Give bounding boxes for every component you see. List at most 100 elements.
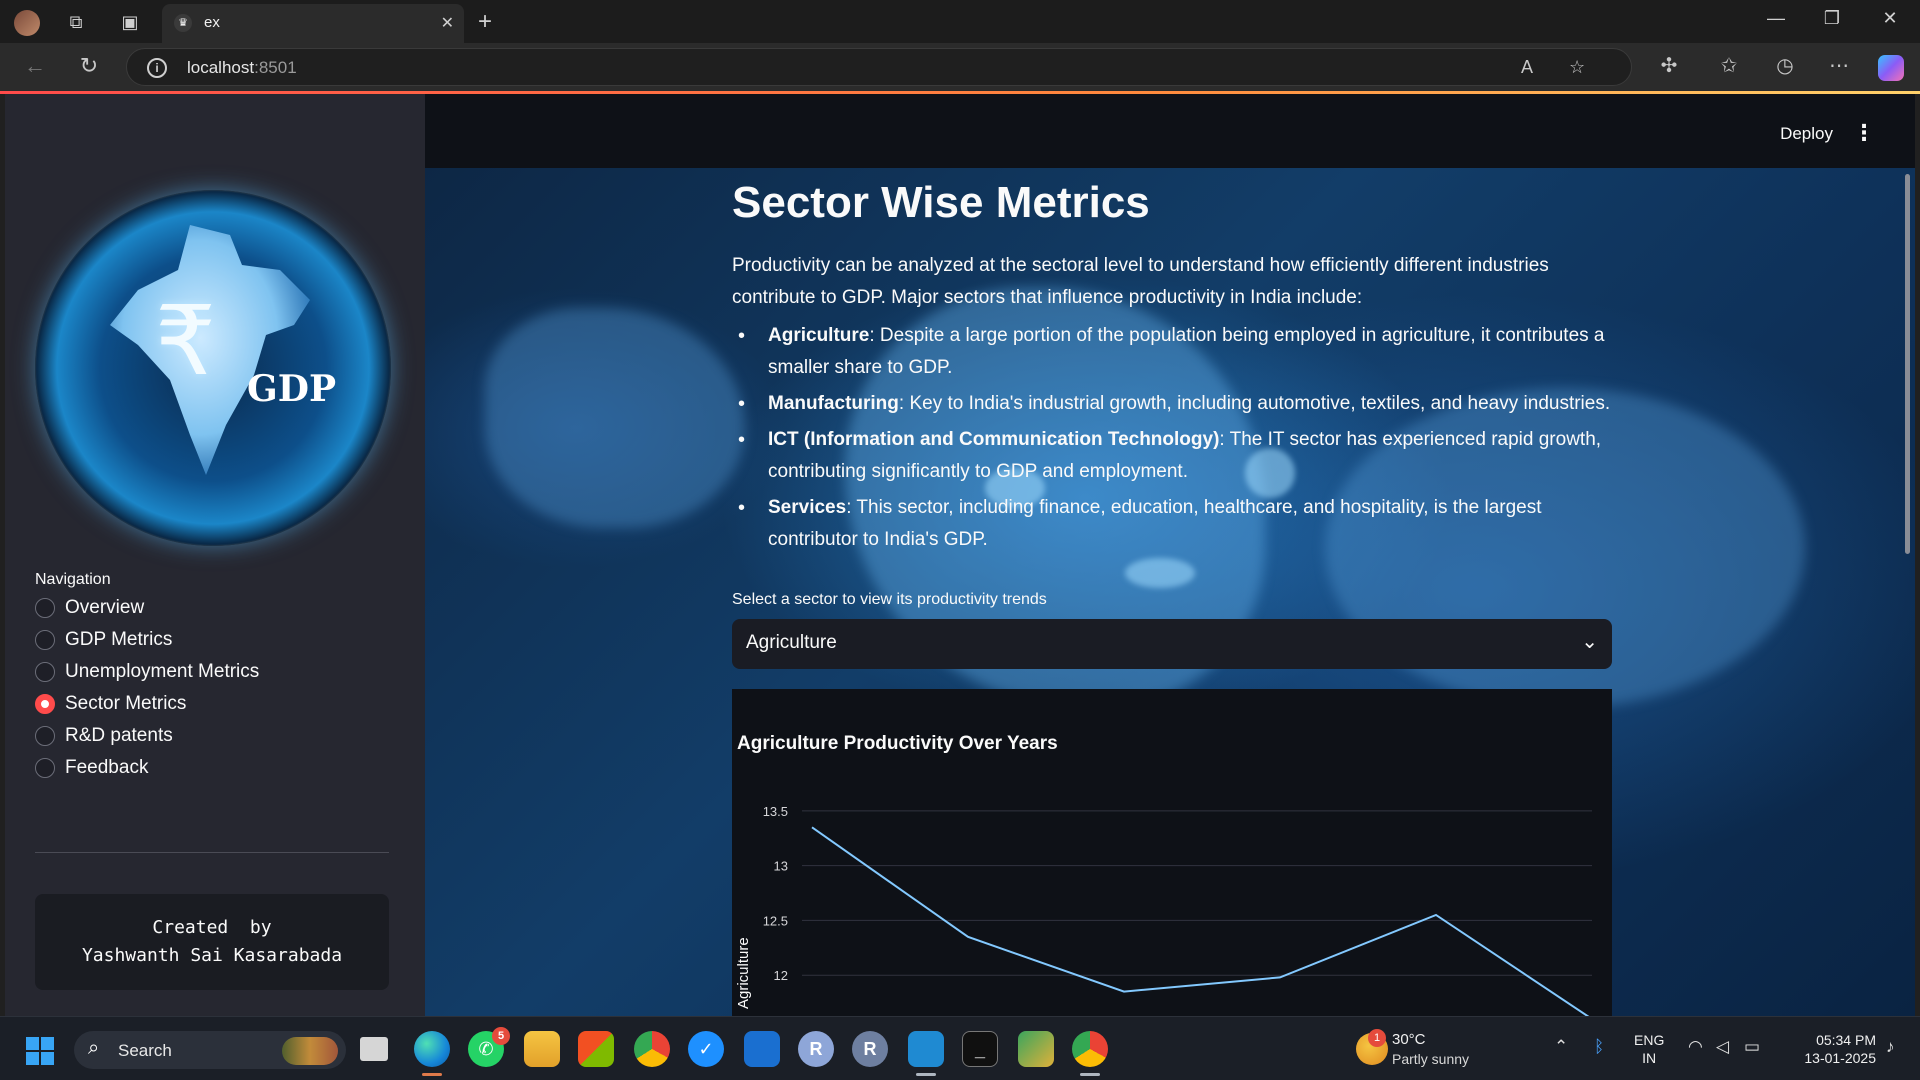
close-window-icon[interactable]: ✕ [1870, 8, 1910, 29]
browser-title-bar: ⧉ ▣ ♛ ex ✕ + — ❐ ✕ [0, 0, 1920, 43]
weather-description[interactable]: Partly sunny [1392, 1051, 1469, 1067]
system-clock[interactable]: 05:34 PM 13-01-2025 [1786, 1031, 1876, 1067]
battery-icon[interactable]: ▭ [1744, 1037, 1760, 1057]
productivity-chart: Agriculture Productivity Over Years 12 12… [732, 689, 1612, 1016]
site-info-icon[interactable]: i [147, 58, 167, 78]
list-item: Agriculture: Despite a large portion of … [732, 320, 1612, 384]
sector-select-label: Select a sector to view its productivity… [732, 591, 1047, 608]
favorites-icon[interactable]: ✩ [1714, 53, 1744, 78]
wifi-icon[interactable]: ◠ [1688, 1037, 1703, 1057]
history-icon[interactable]: ◷ [1770, 53, 1800, 78]
credit-box: Created by Yashwanth Sai Kasarabada [35, 894, 389, 990]
sidebar-divider [35, 852, 389, 853]
radio-label: Overview [65, 597, 145, 618]
minimize-icon[interactable]: — [1756, 8, 1796, 29]
weather-icon[interactable]: 1 [1356, 1029, 1388, 1065]
extensions-icon[interactable]: ✣ [1654, 53, 1684, 78]
background-map-graphic [485, 308, 745, 528]
y-tick-label: 13 [774, 859, 788, 874]
sector-list: Agriculture: Despite a large portion of … [732, 320, 1612, 560]
logo-gdp-text: GDP [247, 368, 337, 410]
y-tick-label: 13.5 [763, 804, 788, 819]
file-explorer-icon[interactable] [524, 1031, 560, 1067]
list-item: ICT (Information and Communication Techn… [732, 424, 1612, 488]
sector-select[interactable]: Agriculture ⌄ [732, 619, 1612, 669]
profile-avatar[interactable] [14, 10, 40, 36]
vertical-tabs-icon[interactable]: ▣ [118, 10, 142, 34]
streamlit-favicon-icon: ♛ [174, 14, 192, 32]
r-app-icon[interactable]: R [798, 1031, 834, 1067]
intro-paragraph: Productivity can be analyzed at the sect… [732, 255, 1549, 308]
radio-button[interactable] [35, 758, 55, 778]
search-label: Search [118, 1041, 172, 1060]
radio-button[interactable] [35, 630, 55, 650]
y-axis-label: Agriculture [735, 937, 752, 1009]
taskbar-search[interactable]: ⌕ Search [74, 1031, 346, 1069]
app-indicator [1080, 1073, 1100, 1076]
main-content: Sector Wise Metrics Productivity can be … [425, 168, 1915, 1016]
radio-button[interactable] [35, 598, 55, 618]
background-glow [1125, 558, 1195, 588]
read-aloud-icon[interactable]: A [1521, 57, 1533, 78]
bluetooth-icon[interactable]: ᛒ [1594, 1037, 1604, 1057]
chrome-profile-icon[interactable] [1072, 1031, 1108, 1067]
volume-icon[interactable]: ◁ [1716, 1037, 1729, 1057]
app-indicator [916, 1073, 936, 1076]
radio-label: Sector Metrics [65, 693, 187, 714]
terminal-icon[interactable]: _ [962, 1031, 998, 1067]
radio-label: GDP Metrics [65, 629, 173, 650]
windows-start-icon[interactable] [26, 1037, 54, 1065]
radio-label: Unemployment Metrics [65, 661, 260, 682]
main-menu-icon[interactable]: ⋮ [1853, 120, 1875, 146]
app-header: Deploy ⋮ [425, 94, 1915, 168]
copilot-icon[interactable] [1878, 55, 1904, 81]
list-item: Manufacturing: Key to India's industrial… [732, 388, 1612, 420]
chrome-icon[interactable] [634, 1031, 670, 1067]
tab-close-icon[interactable]: ✕ [441, 13, 454, 33]
deploy-button[interactable]: Deploy [1780, 124, 1833, 144]
new-tab-icon[interactable]: + [478, 8, 492, 36]
snipping-tool-icon[interactable] [1018, 1031, 1054, 1067]
microsoft-store-icon[interactable] [578, 1031, 614, 1067]
whatsapp-icon[interactable]: ✆ 5 [468, 1027, 510, 1067]
language-indicator[interactable]: ENG IN [1634, 1031, 1664, 1067]
news-app-icon[interactable] [744, 1031, 780, 1067]
y-tick-label: 12.5 [763, 913, 788, 928]
more-menu-icon[interactable]: ⋯ [1824, 53, 1854, 78]
weather-badge: 1 [1368, 1029, 1386, 1047]
weather-temperature[interactable]: 30°C [1392, 1031, 1426, 1048]
navigation-title: Navigation [35, 571, 111, 588]
y-tick-label: 12 [774, 968, 788, 983]
notification-bell-icon[interactable]: ♪ [1886, 1037, 1895, 1057]
tasks-app-icon[interactable]: ✓ [688, 1031, 724, 1067]
restore-icon[interactable]: ❐ [1812, 8, 1852, 29]
tray-chevron-up-icon[interactable]: ⌃ [1554, 1037, 1568, 1057]
radio-button[interactable] [35, 662, 55, 682]
notification-badge: 5 [492, 1027, 510, 1045]
rstudio-icon[interactable]: R [852, 1031, 888, 1067]
workspaces-icon[interactable]: ⧉ [64, 10, 88, 34]
tab-active[interactable]: ♛ ex ✕ [162, 4, 464, 43]
radio-button[interactable] [35, 726, 55, 746]
list-item: Services: This sector, including finance… [732, 492, 1612, 556]
chevron-down-icon[interactable]: ⌄ [1581, 629, 1598, 654]
edge-browser-icon[interactable] [414, 1031, 450, 1067]
search-highlight-graphic [282, 1037, 338, 1065]
address-bar[interactable]: i localhost:8501 A ☆ [126, 48, 1632, 86]
task-view-icon[interactable] [360, 1037, 388, 1061]
search-icon: ⌕ [88, 1037, 100, 1059]
sector-select-value: Agriculture [746, 632, 837, 653]
active-app-indicator [422, 1073, 442, 1076]
main-scrollbar[interactable] [1905, 174, 1910, 554]
series-line[interactable] [811, 826, 1592, 1016]
credit-line-2: Yashwanth Sai Kasarabada [81, 945, 343, 966]
tab-title: ex [204, 14, 220, 31]
back-icon[interactable]: ← [20, 53, 50, 79]
page-title: Sector Wise Metrics [732, 178, 1150, 227]
credit-line-1: Created by [152, 917, 272, 938]
vscode-icon[interactable] [908, 1031, 944, 1067]
favorite-star-icon[interactable]: ☆ [1569, 57, 1585, 78]
refresh-icon[interactable]: ↻ [74, 53, 104, 79]
url-text[interactable]: localhost:8501 [187, 58, 297, 78]
radio-button-selected[interactable] [35, 694, 55, 714]
